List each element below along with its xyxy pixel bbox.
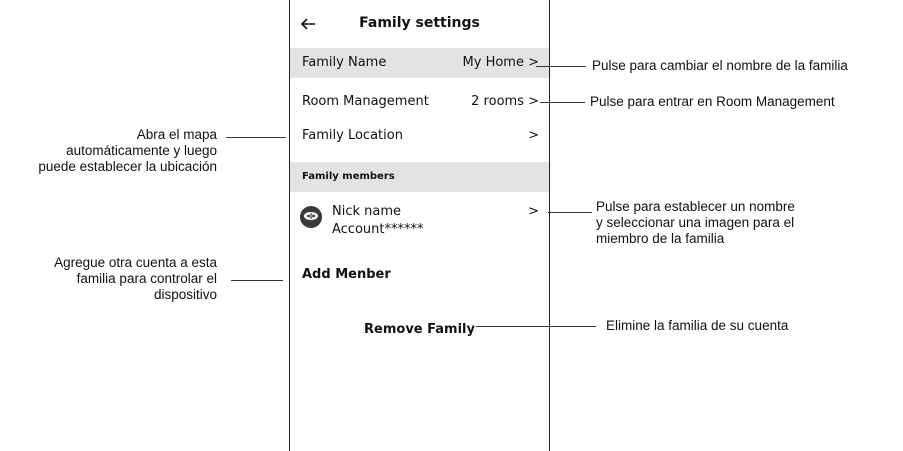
room-management-value: 2 rooms > bbox=[471, 94, 539, 109]
avatar bbox=[300, 206, 322, 228]
annotation-remove: Elimine la familia de su cuenta bbox=[606, 318, 789, 333]
member-account: Account****** bbox=[332, 222, 424, 237]
annotation-line-remove bbox=[476, 326, 596, 327]
add-member-button[interactable]: Add Menber bbox=[302, 267, 391, 282]
member-chevron: > bbox=[528, 204, 539, 219]
family-name-row[interactable]: Family Name My Home > bbox=[290, 48, 549, 78]
annotation-member: Pulse para establecer un nombre y selecc… bbox=[596, 199, 795, 246]
annotation-add-member: Agregue otra cuenta a esta familia para … bbox=[54, 255, 217, 302]
annotation-line-member bbox=[548, 212, 592, 213]
page-title: Family settings bbox=[359, 15, 480, 31]
room-management-label: Room Management bbox=[302, 94, 429, 109]
phone-screen: Family settings Family Name My Home > Ro… bbox=[289, 0, 550, 451]
annotation-room-management: Pulse para entrar en Room Management bbox=[590, 94, 835, 109]
member-nick-name: Nick name bbox=[332, 204, 402, 219]
family-location-chevron: > bbox=[528, 128, 539, 143]
annotation-line-add-member bbox=[231, 280, 283, 281]
family-members-section: Family members bbox=[290, 162, 549, 192]
remove-family-button[interactable]: Remove Family bbox=[290, 322, 549, 337]
family-location-label: Family Location bbox=[302, 128, 403, 143]
header: Family settings bbox=[290, 0, 549, 46]
member-row[interactable]: Nick name Account****** > bbox=[290, 200, 549, 246]
annotation-line-room bbox=[540, 102, 585, 103]
annotation-location: Abra el mapa automáticamente y luego pue… bbox=[38, 127, 217, 174]
section-label: Family members bbox=[302, 171, 395, 182]
room-management-row[interactable]: Room Management 2 rooms > bbox=[290, 90, 549, 116]
annotation-family-name: Pulse para cambiar el nombre de la famil… bbox=[592, 58, 848, 73]
annotation-line-location bbox=[226, 137, 286, 138]
annotation-line-family-name bbox=[536, 66, 586, 67]
family-location-row[interactable]: Family Location > bbox=[290, 124, 549, 150]
family-name-value: My Home > bbox=[462, 55, 539, 70]
family-name-label: Family Name bbox=[302, 55, 387, 70]
